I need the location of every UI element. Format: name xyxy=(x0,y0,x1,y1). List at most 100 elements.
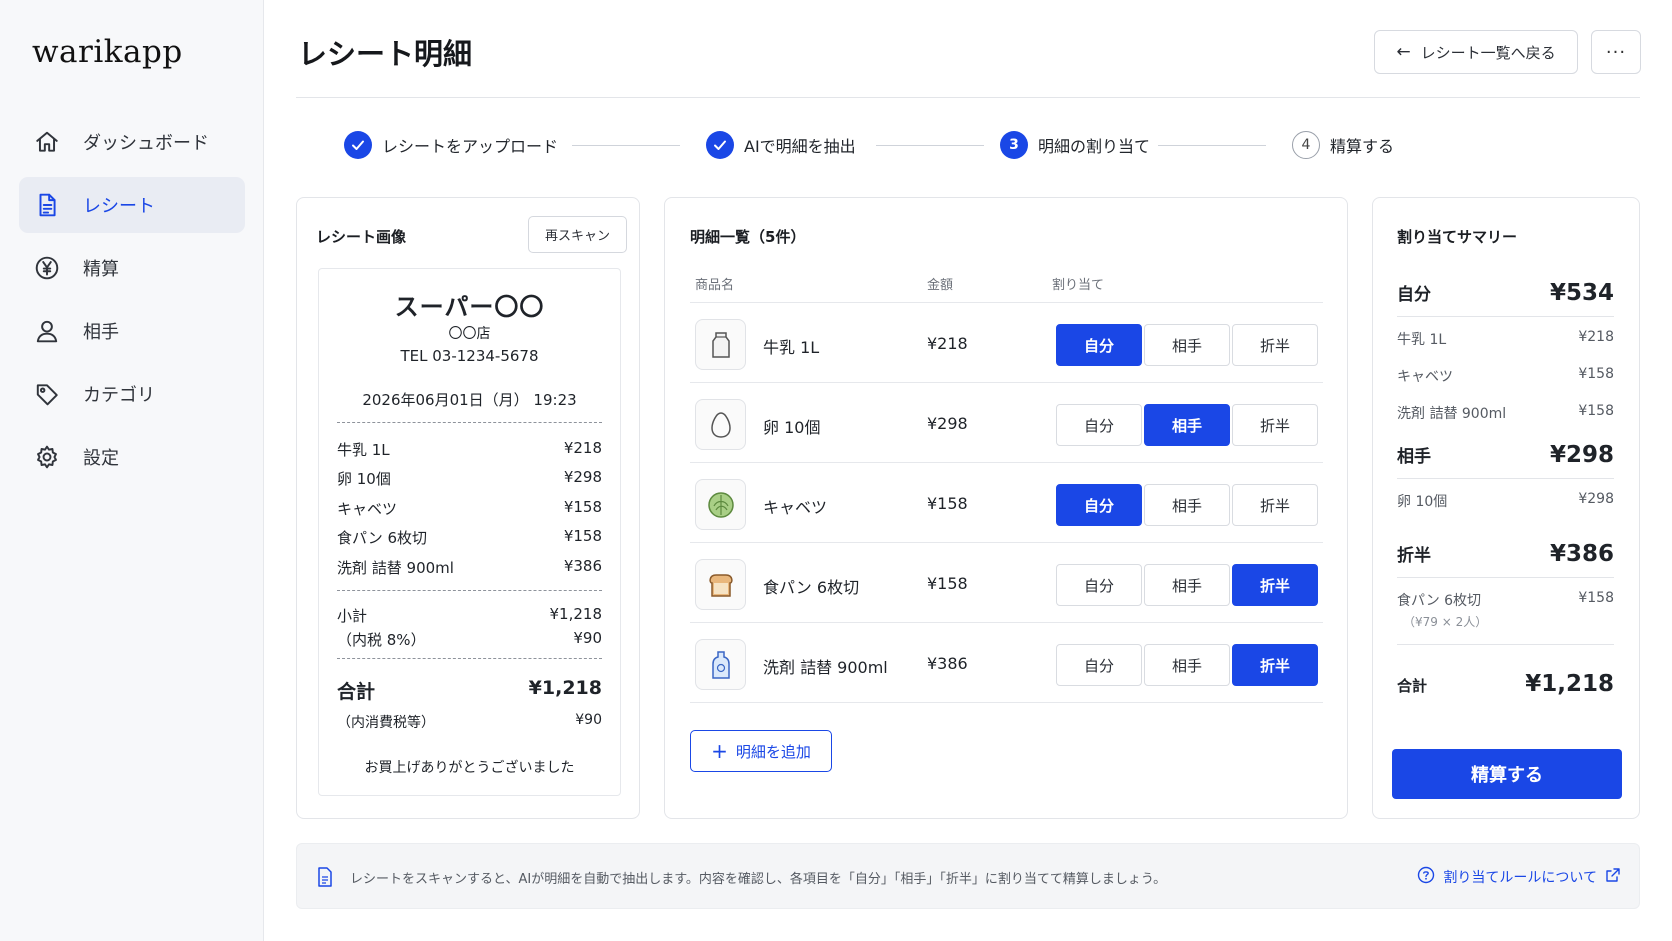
step-connector xyxy=(572,145,680,146)
info-bar: レシートをスキャンすると、AIが明細を自動で抽出します。内容を確認し、各項目を「… xyxy=(296,843,1640,909)
sidebar-item-label: ダッシュボード xyxy=(83,133,209,154)
receipt-branch: 〇〇店 xyxy=(448,326,491,342)
summary-card-title: 割り当てサマリー xyxy=(1397,228,1518,246)
gear-icon xyxy=(33,443,61,471)
assign-self-button[interactable]: 自分 xyxy=(1056,324,1142,366)
egg-icon xyxy=(695,399,746,450)
sidebar-item-settlement[interactable]: 精算 xyxy=(19,240,245,296)
step-label: AIで明細を抽出 xyxy=(744,137,856,156)
rescan-button[interactable]: 再スキャン xyxy=(528,216,627,253)
step-label: 明細の割り当て xyxy=(1038,137,1151,156)
receipt-line: 洗剤 詰替 900ml ¥386 xyxy=(337,557,602,578)
tag-icon xyxy=(33,380,61,408)
receipt-line-name: 洗剤 詰替 900ml xyxy=(337,559,454,577)
summary-row-name: 卵 10個 xyxy=(1397,494,1448,510)
step-upload: レシートをアップロード xyxy=(344,131,558,159)
back-to-list-label: レシート一覧へ戻る xyxy=(1420,43,1556,62)
step-settle: 4 精算する xyxy=(1292,131,1394,159)
user-icon xyxy=(33,317,61,345)
summary-group-header: 折半 ¥386 xyxy=(1397,541,1614,567)
summary-row: 洗剤 詰替 900ml ¥158 xyxy=(1397,403,1614,423)
detergent-icon xyxy=(695,639,746,690)
receipt-line: 牛乳 1L ¥218 xyxy=(337,439,602,460)
receipt-line: 食パン 6枚切 ¥158 xyxy=(337,527,602,548)
receipt-image[interactable]: スーパー〇〇 〇〇店 TEL 03-1234-5678 2026年06月01日（… xyxy=(318,268,621,796)
assign-self-button[interactable]: 自分 xyxy=(1056,404,1142,446)
receipt-tax: （内税 8%） ¥90 xyxy=(337,629,602,650)
assign-partner-button[interactable]: 相手 xyxy=(1144,484,1230,526)
summary-row: 牛乳 1L ¥218 xyxy=(1397,329,1614,349)
back-to-list-button[interactable]: ← レシート一覧へ戻る xyxy=(1374,30,1578,74)
header-divider xyxy=(296,97,1640,98)
assignment-rules-link[interactable]: 割り当てルールについて xyxy=(1417,866,1621,888)
item-name: 食パン 6枚切 xyxy=(763,578,860,597)
item-price: ¥386 xyxy=(927,654,968,673)
sidebar-item-settings[interactable]: 設定 xyxy=(19,429,245,485)
item-price: ¥158 xyxy=(927,574,968,593)
step-connector xyxy=(1158,145,1266,146)
table-row: 洗剤 詰替 900ml ¥386 自分 相手 折半 xyxy=(690,622,1323,702)
summary-group-split: 折半 ¥386 食パン 6枚切 ¥158 （¥79 × 2人） xyxy=(1397,541,1614,645)
sidebar-item-receipt[interactable]: レシート xyxy=(19,177,245,233)
table-divider xyxy=(690,702,1323,703)
summary-row-name: 牛乳 1L xyxy=(1397,332,1447,348)
assign-partner-button[interactable]: 相手 xyxy=(1144,644,1230,686)
column-header-price: 金額 xyxy=(927,278,954,293)
receipt-image-card: レシート画像 再スキャン スーパー〇〇 〇〇店 TEL 03-1234-5678… xyxy=(296,197,640,819)
add-item-button[interactable]: + 明細を追加 xyxy=(690,730,832,772)
page-title: レシート明細 xyxy=(298,37,473,71)
summary-group-self: 自分 ¥534 牛乳 1L ¥218 キャベツ ¥158 洗剤 詰替 900ml ¥1… xyxy=(1397,280,1614,423)
sidebar-item-label: 相手 xyxy=(83,322,119,343)
assign-self-button[interactable]: 自分 xyxy=(1056,484,1142,526)
receipt-total-tax: （内消費税等） ¥90 xyxy=(337,712,602,732)
item-price: ¥158 xyxy=(927,494,968,513)
main-content: レシート明細 ← レシート一覧へ戻る ··· レシートをアップロード AIで明細… xyxy=(264,0,1672,941)
more-menu-button[interactable]: ··· xyxy=(1591,30,1641,74)
assign-split-button[interactable]: 折半 xyxy=(1232,644,1318,686)
assign-split-button[interactable]: 折半 xyxy=(1232,564,1318,606)
receipt-line-price: ¥158 xyxy=(563,498,602,516)
step-label: 精算する xyxy=(1330,137,1395,156)
table-row: キャベツ ¥158 自分 相手 折半 xyxy=(690,462,1323,542)
receipt-line-name: 牛乳 1L xyxy=(337,441,390,459)
info-text: レシートをスキャンすると、AIが明細を自動で抽出します。内容を確認し、各項目を「… xyxy=(350,872,1167,887)
assign-split-button[interactable]: 折半 xyxy=(1232,484,1318,526)
receipt-subtotal: 小計 ¥1,218 xyxy=(337,605,602,626)
sidebar-item-category[interactable]: カテゴリ xyxy=(19,366,245,422)
assign-self-button[interactable]: 自分 xyxy=(1056,644,1142,686)
summary-row: 食パン 6枚切 ¥158 xyxy=(1397,590,1614,610)
summary-total-row: 合計 ¥1,218 xyxy=(1397,671,1614,697)
step-number: 3 xyxy=(1000,131,1028,159)
help-icon xyxy=(1417,866,1435,888)
assign-split-button[interactable]: 折半 xyxy=(1232,404,1318,446)
sidebar-item-label: レシート xyxy=(83,196,155,217)
assign-partner-button[interactable]: 相手 xyxy=(1144,404,1230,446)
summary-divider xyxy=(1397,478,1614,479)
item-name: 洗剤 詰替 900ml xyxy=(763,658,888,677)
summary-group-header: 相手 ¥298 xyxy=(1397,442,1614,468)
table-row: 食パン 6枚切 ¥158 自分 相手 折半 xyxy=(690,542,1323,622)
receipt-line-name: キャベツ xyxy=(337,500,398,518)
sidebar-item-dashboard[interactable]: ダッシュボード xyxy=(19,114,245,170)
assign-partner-button[interactable]: 相手 xyxy=(1144,324,1230,366)
summary-row-name: 洗剤 詰替 900ml xyxy=(1397,406,1507,422)
summary-card: 割り当てサマリー 自分 ¥534 牛乳 1L ¥218 キャベツ ¥158 洗剤 詰… xyxy=(1372,197,1640,819)
sidebar-item-label: 設定 xyxy=(83,448,119,469)
items-card: 明細一覧（5件） 商品名 金額 割り当て 牛乳 1L ¥218 自分 相手 折半… xyxy=(664,197,1348,819)
sidebar-item-partner[interactable]: 相手 xyxy=(19,303,245,359)
receipt-store-name: スーパー〇〇 xyxy=(394,293,545,321)
receipt-total-value: ¥1,218 xyxy=(528,677,602,699)
summary-row: 卵 10個 ¥298 xyxy=(1397,491,1614,511)
receipt-card-title: レシート画像 xyxy=(316,228,407,246)
assign-toggle: 自分 相手 折半 xyxy=(1056,564,1318,606)
item-price: ¥218 xyxy=(927,334,968,353)
assign-partner-button[interactable]: 相手 xyxy=(1144,564,1230,606)
assign-split-button[interactable]: 折半 xyxy=(1232,324,1318,366)
summary-row-price: ¥158 xyxy=(1578,366,1614,382)
summary-total: 合計 ¥1,218 xyxy=(1397,671,1614,697)
app-logo[interactable]: warikapp xyxy=(32,34,183,70)
assign-self-button[interactable]: 自分 xyxy=(1056,564,1142,606)
step-connector xyxy=(876,145,984,146)
receipt-tax-value: ¥90 xyxy=(573,629,602,647)
settle-button[interactable]: 精算する xyxy=(1392,749,1622,799)
